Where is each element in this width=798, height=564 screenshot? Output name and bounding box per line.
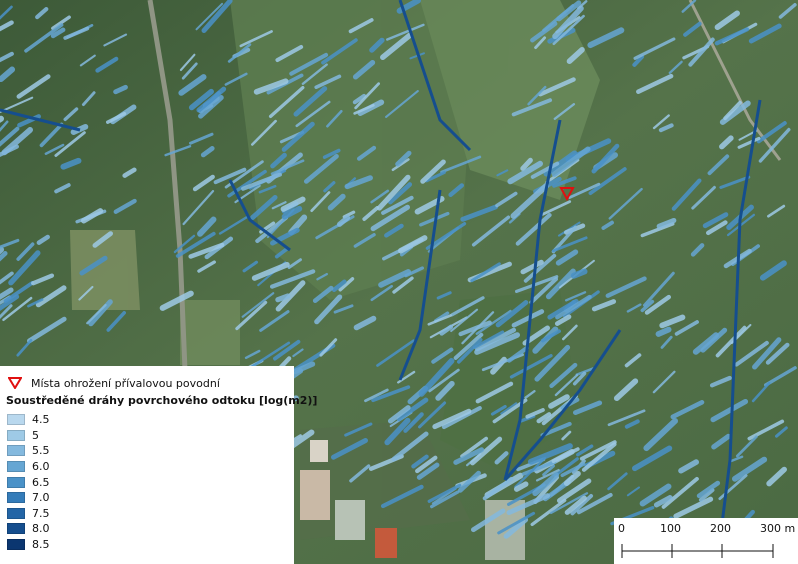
legend-class-row: 7.0 (6, 490, 288, 506)
legend-swatch (7, 507, 25, 519)
legend-panel: Místa ohrožení přívalovou povodní Soustř… (0, 366, 318, 564)
legend-class-row: 8.0 (6, 521, 288, 537)
legend-flood-point-row: Místa ohrožení přívalovou povodní (6, 374, 288, 392)
legend-class-row: 8.5 (6, 537, 288, 553)
legend-swatch (7, 461, 25, 473)
legend-class-row: 6.5 (6, 474, 288, 490)
legend-class-row: 5.5 (6, 443, 288, 459)
legend-class-label: 7.5 (32, 506, 50, 520)
legend-flood-point-label: Místa ohrožení přívalovou povodní (31, 376, 220, 390)
legend-class-label: 6.0 (32, 460, 50, 474)
legend-class-label: 4.5 (32, 413, 50, 427)
legend-swatch (7, 539, 25, 551)
legend-swatch (7, 476, 25, 488)
runoff-streak (275, 293, 291, 303)
warning-triangle-icon (8, 377, 22, 389)
legend-class-row: 6.0 (6, 459, 288, 475)
legend-class-row: 7.5 (6, 506, 288, 522)
legend-class-row: 4.5 (6, 412, 288, 428)
legend-class-label: 5 (32, 428, 39, 442)
legend-class-row: 5 (6, 428, 288, 444)
legend-class-label: 6.5 (32, 475, 50, 489)
legend-class-label: 8.0 (32, 522, 50, 536)
legend-swatch (7, 492, 25, 504)
scale-bar-line (621, 544, 774, 558)
legend-class-label: 8.5 (32, 538, 50, 552)
runoff-streak (655, 326, 672, 337)
legend-class-label: 5.5 (32, 444, 50, 458)
runoff-streak (570, 268, 588, 279)
legend-class-label: 7.0 (32, 491, 50, 505)
legend-swatch (7, 414, 25, 426)
legend-runoff-title: Soustředěné dráhy povrchového odtoku [lo… (6, 394, 318, 407)
legend-swatch (7, 523, 25, 535)
legend-swatch (7, 429, 25, 441)
scale-bar: 0 100 200 300 m (614, 518, 798, 564)
legend-swatch (7, 445, 25, 457)
legend-class-list: 4.5 5 5.5 6.0 6.5 7.0 7.5 8.0 8.5 (6, 412, 288, 552)
